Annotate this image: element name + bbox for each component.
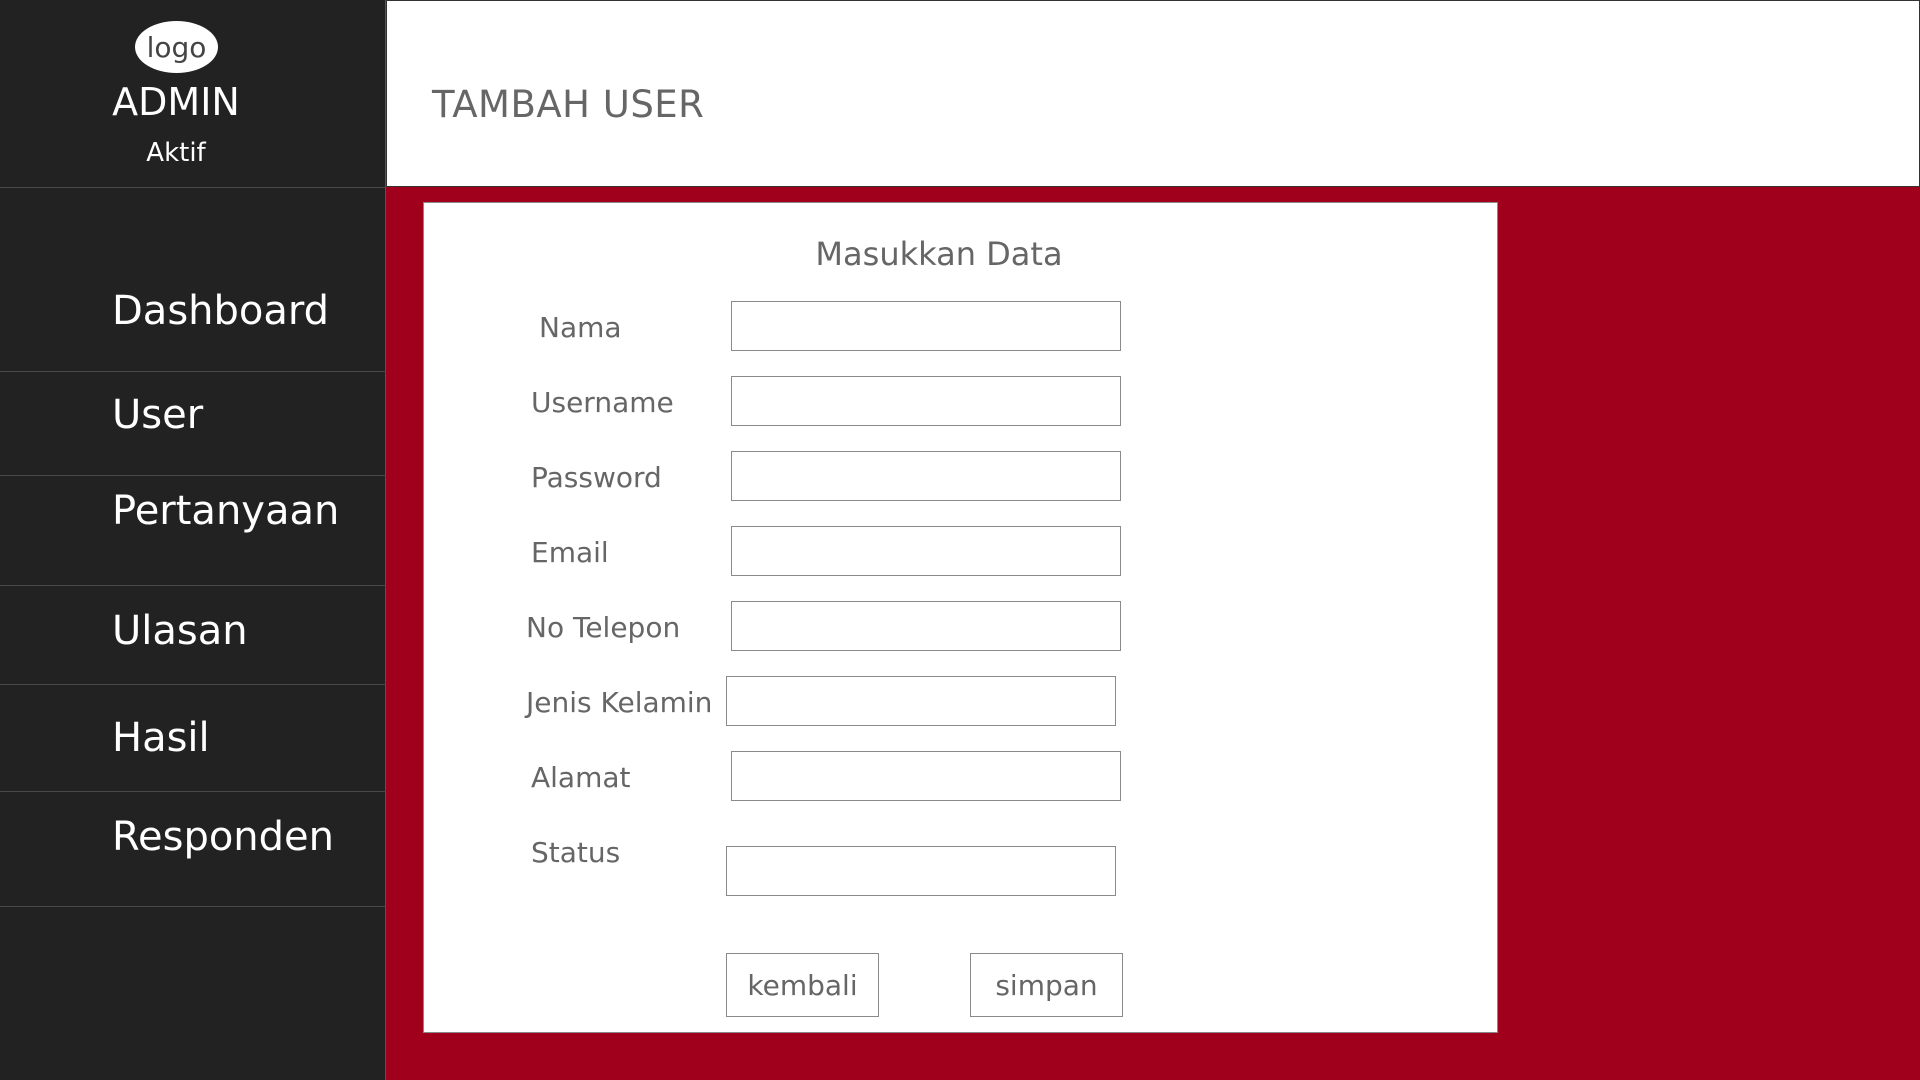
no-telepon-field[interactable] <box>731 601 1121 651</box>
status-label: Status <box>531 836 621 869</box>
page-title: TAMBAH USER <box>432 83 705 126</box>
main-content: Masukkan Data Nama Username Password Ema… <box>386 187 1920 1080</box>
sidebar-item-label: Hasil <box>112 715 210 761</box>
jenis-kelamin-field[interactable] <box>726 676 1116 726</box>
save-button[interactable]: simpan <box>970 953 1123 1017</box>
sidebar-item-label: User <box>112 392 204 438</box>
back-button[interactable]: kembali <box>726 953 879 1017</box>
admin-status: Aktif <box>146 138 206 168</box>
username-field[interactable] <box>731 376 1121 426</box>
form-title: Masukkan Data <box>815 235 1063 273</box>
password-label: Password <box>531 461 662 494</box>
email-field[interactable] <box>731 526 1121 576</box>
sidebar: logo ADMIN Aktif Dashboard User Pertanya… <box>0 0 386 1080</box>
sidebar-item-hasil[interactable]: Hasil <box>0 685 386 792</box>
form-card: Masukkan Data Nama Username Password Ema… <box>423 202 1498 1033</box>
sidebar-item-label: Responden <box>112 814 335 860</box>
no-telepon-label: No Telepon <box>526 611 681 644</box>
sidebar-item-label: Ulasan <box>112 608 248 654</box>
sidebar-item-responden[interactable]: Responden <box>0 792 386 907</box>
email-label: Email <box>531 536 609 569</box>
jenis-kelamin-label: Jenis Kelamin <box>526 686 713 719</box>
sidebar-item-pertanyaan[interactable]: Pertanyaan <box>0 476 386 586</box>
password-field[interactable] <box>731 451 1121 501</box>
sidebar-item-user[interactable]: User <box>0 372 386 476</box>
page-header: TAMBAH USER <box>386 0 1920 187</box>
username-label: Username <box>531 386 674 419</box>
sidebar-item-ulasan[interactable]: Ulasan <box>0 586 386 685</box>
logo: logo <box>135 21 218 73</box>
admin-name: ADMIN <box>112 80 240 124</box>
nama-label: Nama <box>539 311 622 344</box>
alamat-label: Alamat <box>531 761 631 794</box>
sidebar-item-dashboard[interactable]: Dashboard <box>0 188 386 372</box>
sidebar-item-label: Pertanyaan <box>112 488 340 534</box>
admin-profile: logo ADMIN Aktif <box>0 0 386 188</box>
nama-field[interactable] <box>731 301 1121 351</box>
status-field[interactable] <box>726 846 1116 896</box>
alamat-field[interactable] <box>731 751 1121 801</box>
sidebar-item-label: Dashboard <box>112 288 330 334</box>
